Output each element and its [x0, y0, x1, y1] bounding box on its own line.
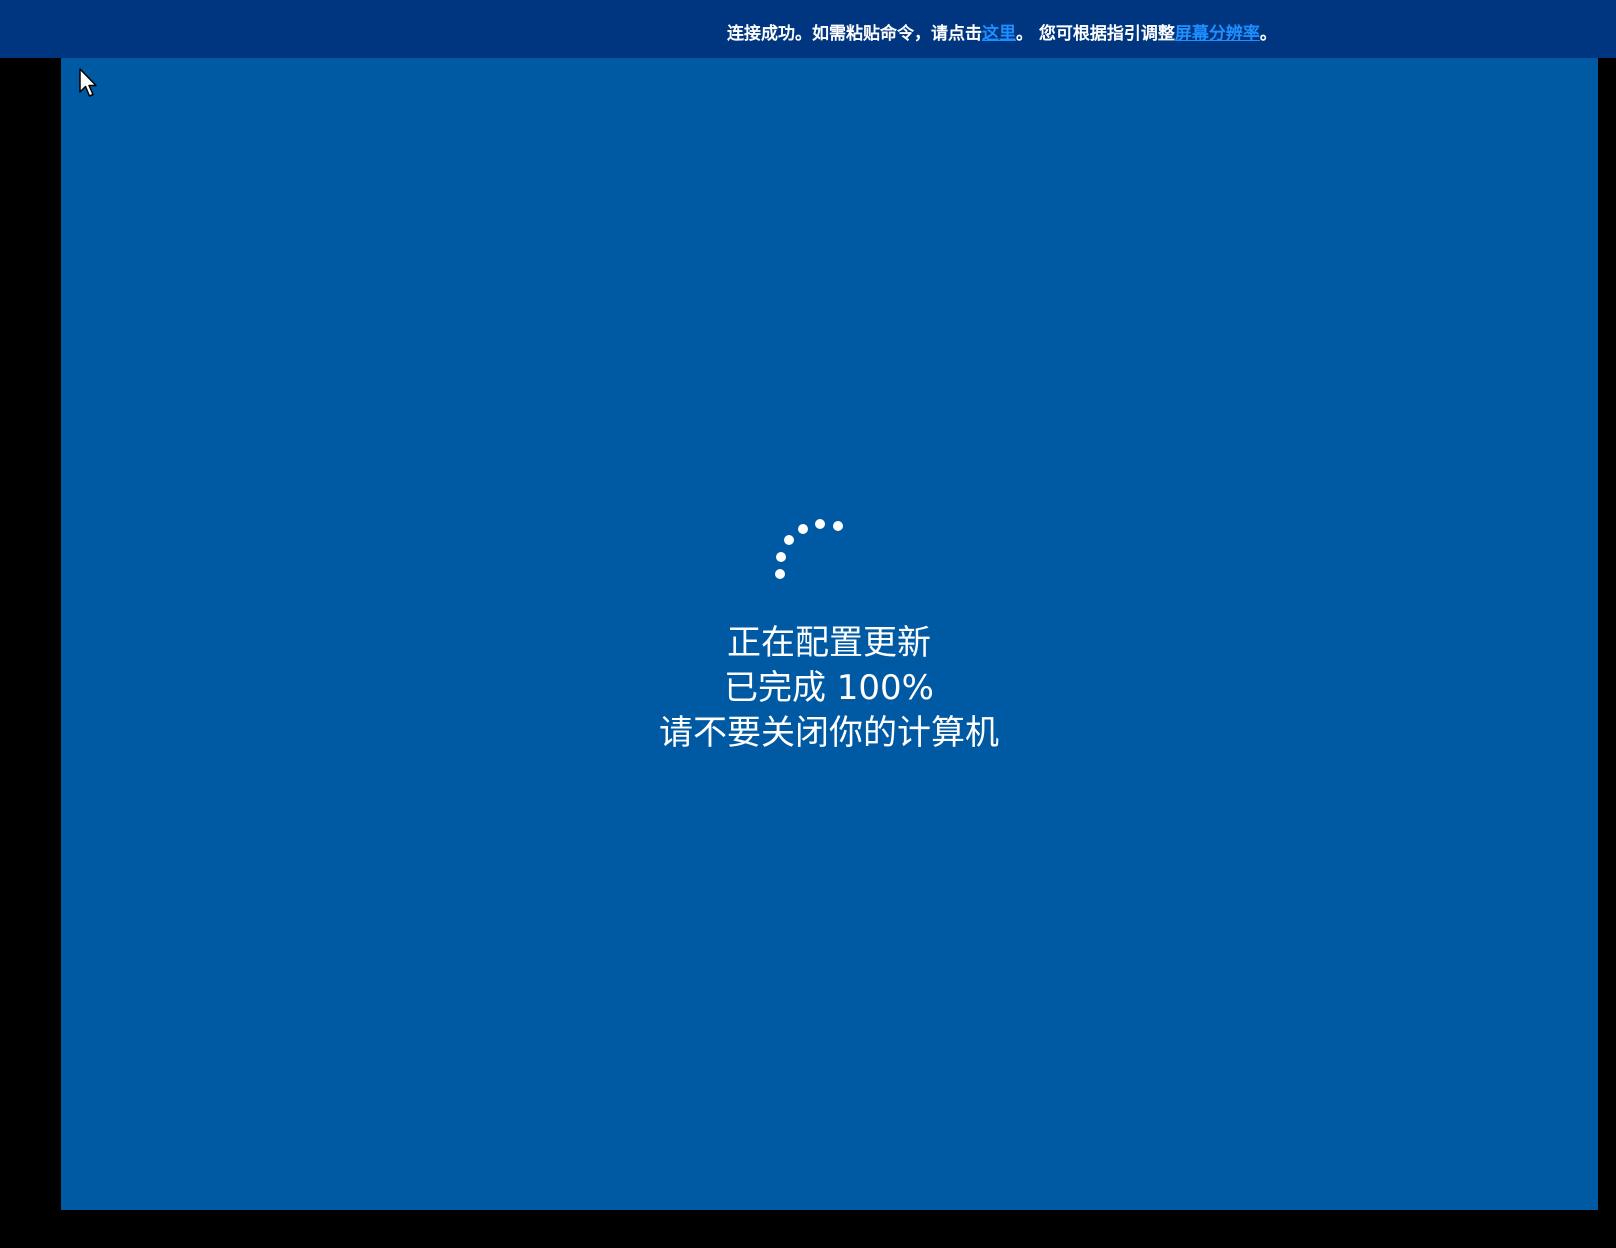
remote-desktop-screen[interactable]: 正在配置更新 已完成 100% 请不要关闭你的计算机 — [61, 58, 1598, 1210]
update-title: 正在配置更新 — [727, 623, 931, 663]
loading-spinner-icon — [775, 519, 843, 579]
screen-resolution-link[interactable]: 屏幕分辨率 — [1175, 24, 1260, 44]
mouse-pointer-icon — [79, 68, 97, 97]
notice-middle: 。 您可根据指引调整 — [1016, 24, 1175, 44]
update-warning: 请不要关闭你的计算机 — [659, 713, 999, 753]
connection-banner: 连接成功。如需粘贴命令，请点击这里。 您可根据指引调整屏幕分辨率。 — [0, 0, 1616, 58]
update-progress-text: 已完成 100% — [723, 668, 934, 708]
update-status: 正在配置更新 已完成 100% 请不要关闭你的计算机 — [529, 621, 1129, 756]
connection-notice: 连接成功。如需粘贴命令，请点击这里。 您可根据指引调整屏幕分辨率。 — [727, 20, 1277, 48]
paste-command-link[interactable]: 这里 — [982, 24, 1016, 44]
notice-suffix: 。 — [1259, 24, 1277, 44]
notice-prefix: 连接成功。如需粘贴命令，请点击 — [727, 24, 982, 44]
